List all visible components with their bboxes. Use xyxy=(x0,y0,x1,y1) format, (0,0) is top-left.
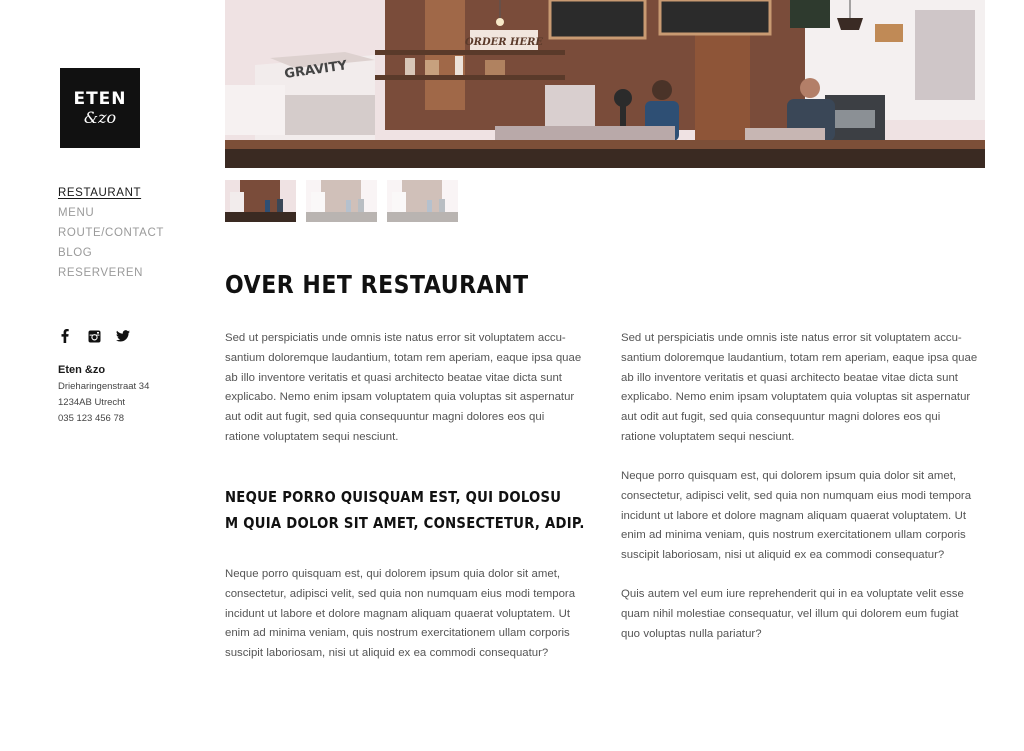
text-line: enim ad minima veniam, quis nostrum exer… xyxy=(621,529,966,542)
nav-item-menu[interactable]: MENU xyxy=(58,203,164,223)
text-line: Sed ut perspiciatis unde omnis iste natu… xyxy=(225,332,566,344)
address-city: 1234AB Utrecht xyxy=(58,397,126,408)
text-line: suscipit laboriosam, nisi ut aliquid ex … xyxy=(225,647,549,660)
thumbnail-3[interactable] xyxy=(387,180,458,222)
social-links xyxy=(58,329,130,343)
thumbnail-1[interactable] xyxy=(225,180,296,222)
nav-item-restaurant[interactable]: RESTAURANT xyxy=(58,183,164,203)
text-line: explicabo. Nemo enim ipsam voluptatem qu… xyxy=(225,391,575,404)
text-line: consectetur, adipisci velit, sed quia no… xyxy=(225,587,576,600)
section-subtitle: NEQUE PORRO QUISQUAM EST, QUI DOLOSU M Q… xyxy=(225,484,585,536)
twitter-icon[interactable] xyxy=(116,329,130,343)
text-line: aut odit aut fugit, sed quia consequuntu… xyxy=(621,411,941,424)
nav-item-blog[interactable]: BLOG xyxy=(58,243,164,263)
text-line: Neque porro quisquam est, qui dolorem ip… xyxy=(621,470,957,482)
text-line: quam nihil molestiae consequatur, vel il… xyxy=(621,607,959,620)
text-line: santium doloremque laudantium, totam rem… xyxy=(225,351,582,364)
text-line: ab illo inventore veritatis et quasi arc… xyxy=(621,371,958,384)
left-paragraph-1: Sed ut perspiciatis unde omnis iste natu… xyxy=(225,329,589,448)
right-paragraph-3: Quis autem vel eum iure reprehenderit qu… xyxy=(621,585,985,644)
text-line: suscipit laboriosam, nisi ut aliquid ex … xyxy=(621,549,945,562)
address-phone[interactable]: 035 123 456 78 xyxy=(58,411,149,427)
instagram-icon[interactable] xyxy=(87,329,101,343)
text-line: enim ad minima veniam, quis nostrum exer… xyxy=(225,627,570,640)
text-line: ratione voluptatem sequi nesciunt. xyxy=(225,430,399,443)
text-line: santium doloremque laudantium, totam rem… xyxy=(621,351,978,364)
logo-line1: ETEN xyxy=(73,89,127,109)
nav-item-reserveren[interactable]: RESERVEREN xyxy=(58,263,164,283)
text-line: incidunt ut labore et dolore magnam aliq… xyxy=(621,509,966,522)
text-line: incidunt ut labore et dolore magnam aliq… xyxy=(225,607,570,620)
left-paragraph-2: Neque porro quisquam est, qui dolorem ip… xyxy=(225,565,589,664)
facebook-icon[interactable] xyxy=(58,329,72,343)
page-title: OVER HET RESTAURANT xyxy=(225,270,529,299)
text-line: Sed ut perspiciatis unde omnis iste natu… xyxy=(621,332,962,344)
text-line: Quis autem vel eum iure reprehenderit qu… xyxy=(621,588,964,600)
main-nav: RESTAURANT MENU ROUTE/CONTACT BLOG RESER… xyxy=(58,183,164,283)
text-line: ab illo inventore veritatis et quasi arc… xyxy=(225,371,562,384)
hero-thumbnails xyxy=(225,180,458,222)
text-line: consectetur, adipisci velit, sed quia no… xyxy=(621,489,972,502)
nav-item-route-contact[interactable]: ROUTE/CONTACT xyxy=(58,223,164,243)
address-block: Eten &zo Drieharingenstraat 34 1234AB Ut… xyxy=(58,362,149,427)
text-line: quo voluptas nulla pariatur? xyxy=(621,627,762,640)
right-paragraph-2: Neque porro quisquam est, qui dolorem ip… xyxy=(621,467,985,566)
subtitle-line-2: M QUIA DOLOR SIT AMET, CONSECTETUR, ADIP… xyxy=(225,514,585,532)
text-line: aut odit aut fugit, sed quia consequuntu… xyxy=(225,411,545,424)
right-paragraph-1: Sed ut perspiciatis unde omnis iste natu… xyxy=(621,329,985,448)
subtitle-line-1: NEQUE PORRO QUISQUAM EST, QUI DOLOSU xyxy=(225,488,562,506)
hero-image: ORDER HERE GRAVITY xyxy=(225,0,985,168)
text-line: ratione voluptatem sequi nesciunt. xyxy=(621,430,795,443)
logo[interactable]: ETEN &zo xyxy=(60,68,140,148)
thumbnail-2[interactable] xyxy=(306,180,377,222)
text-line: Neque porro quisquam est, qui dolorem ip… xyxy=(225,568,561,580)
address-street: Drieharingenstraat 34 xyxy=(58,381,150,392)
text-line: explicabo. Nemo enim ipsam voluptatem qu… xyxy=(621,391,971,404)
order-here-sign: ORDER HERE xyxy=(465,37,543,48)
logo-line2: &zo xyxy=(83,108,117,127)
address-name: Eten &zo xyxy=(58,364,106,376)
